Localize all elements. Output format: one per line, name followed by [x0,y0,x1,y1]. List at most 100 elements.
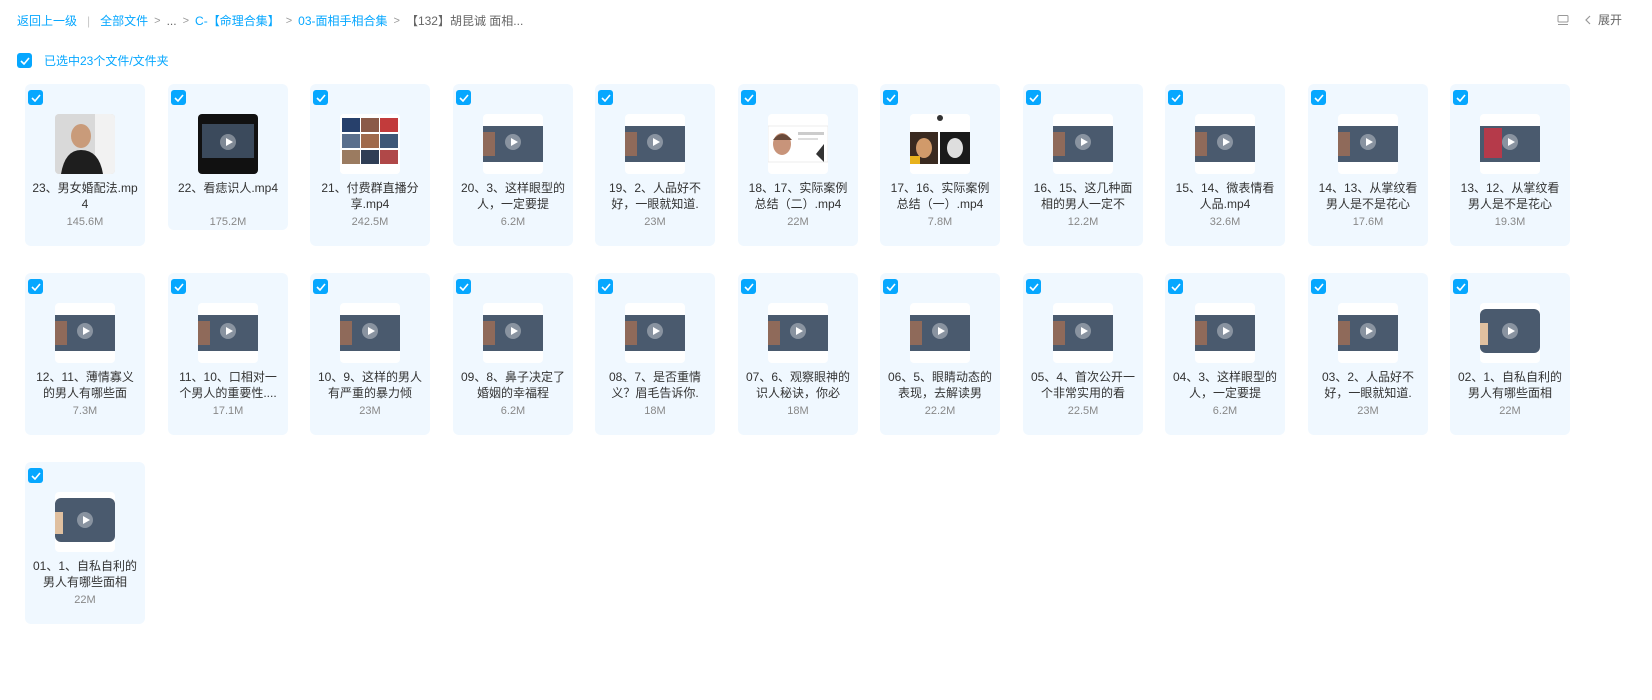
video-thumbnail[interactable] [55,492,115,552]
video-thumbnail[interactable] [1338,303,1398,363]
file-checkbox[interactable] [1311,90,1326,105]
video-thumbnail[interactable] [625,303,685,363]
file-name[interactable]: 21、付费群直播分享.mp4 [316,180,424,212]
file-name[interactable]: 12、11、薄情寡义的男人有哪些面 [31,369,139,401]
file-card[interactable]: 08、7、是否重情义？眉毛告诉你. 18M [595,273,715,435]
file-checkbox[interactable] [741,279,756,294]
file-checkbox[interactable] [1026,90,1041,105]
video-thumbnail[interactable] [625,114,685,174]
video-thumbnail[interactable] [483,303,543,363]
file-name[interactable]: 14、13、从掌纹看男人是不是花心 [1314,180,1422,212]
video-thumbnail[interactable] [340,303,400,363]
file-checkbox[interactable] [1311,279,1326,294]
file-card[interactable]: 20、3、这样眼型的人，一定要提 6.2M [453,84,573,246]
file-card[interactable]: 06、5、眼睛动态的表现，去解读男 22.2M [880,273,1000,435]
file-checkbox[interactable] [456,90,471,105]
file-name[interactable]: 18、17、实际案例总结（二）.mp4 [744,180,852,212]
list-view-icon[interactable] [1556,13,1570,27]
file-name[interactable]: 13、12、从掌纹看男人是不是花心 [1456,180,1564,212]
video-thumbnail[interactable] [55,114,115,174]
file-name[interactable]: 11、10、口相对一个男人的重要性.... [174,369,282,401]
file-name[interactable]: 01、1、自私自利的男人有哪些面相 [31,558,139,590]
file-card[interactable]: 10、9、这样的男人有严重的暴力倾 23M [310,273,430,435]
breadcrumb-all-files[interactable]: 全部文件 [100,12,148,29]
file-name[interactable]: 23、男女婚配法.mp4 [31,180,139,212]
file-checkbox[interactable] [171,90,186,105]
video-thumbnail[interactable] [1480,303,1540,363]
file-checkbox[interactable] [1026,279,1041,294]
file-checkbox[interactable] [28,468,43,483]
file-card[interactable]: 23、男女婚配法.mp4 145.6M [25,84,145,246]
file-checkbox[interactable] [741,90,756,105]
file-card[interactable]: 09、8、鼻子决定了婚姻的幸福程 6.2M [453,273,573,435]
file-card[interactable]: 18、17、实际案例总结（二）.mp4 22M [738,84,858,246]
file-card[interactable]: 17、16、实际案例总结（一）.mp4 7.8M [880,84,1000,246]
video-thumbnail[interactable] [483,114,543,174]
file-name[interactable]: 06、5、眼睛动态的表现，去解读男 [886,369,994,401]
video-thumbnail[interactable] [1195,114,1255,174]
file-name[interactable]: 04、3、这样眼型的人，一定要提 [1171,369,1279,401]
file-checkbox[interactable] [171,279,186,294]
back-link[interactable]: 返回上一级 [17,12,77,29]
file-name[interactable]: 03、2、人品好不好，一眼就知道. [1314,369,1422,401]
file-name[interactable]: 07、6、观察眼神的识人秘诀，你必 [744,369,852,401]
breadcrumb-level2[interactable]: 03-面相手相合集 [298,12,387,29]
file-card[interactable]: 12、11、薄情寡义的男人有哪些面 7.3M [25,273,145,435]
video-thumbnail[interactable] [768,114,828,174]
file-name[interactable]: 19、2、人品好不好，一眼就知道. [601,180,709,212]
file-checkbox[interactable] [598,90,613,105]
file-card[interactable]: 21、付费群直播分享.mp4 242.5M [310,84,430,246]
file-card[interactable]: 15、14、微表情看人品.mp4 32.6M [1165,84,1285,246]
file-checkbox[interactable] [883,90,898,105]
file-card[interactable]: 16、15、这几种面相的男人一定不 12.2M [1023,84,1143,246]
file-name[interactable]: 22、看痣识人.mp4 [174,180,282,212]
video-thumbnail[interactable] [768,303,828,363]
video-thumbnail[interactable] [910,303,970,363]
video-thumbnail[interactable] [1195,303,1255,363]
video-thumbnail[interactable] [198,114,258,174]
file-card[interactable]: 22、看痣识人.mp4 175.2M [168,84,288,230]
file-card[interactable]: 19、2、人品好不好，一眼就知道. 23M [595,84,715,246]
breadcrumb-level1[interactable]: C-【命理合集】 [195,12,280,29]
video-thumbnail[interactable] [910,114,970,174]
file-name[interactable]: 17、16、实际案例总结（一）.mp4 [886,180,994,212]
file-name[interactable]: 08、7、是否重情义？眉毛告诉你. [601,369,709,401]
file-checkbox[interactable] [1168,90,1183,105]
file-checkbox[interactable] [598,279,613,294]
file-card[interactable]: 13、12、从掌纹看男人是不是花心 19.3M [1450,84,1570,246]
breadcrumb-ellipsis[interactable]: ... [167,14,177,28]
file-name[interactable]: 16、15、这几种面相的男人一定不 [1029,180,1137,212]
file-checkbox[interactable] [1168,279,1183,294]
file-checkbox[interactable] [1453,279,1468,294]
file-name[interactable]: 05、4、首次公开一个非常实用的看 [1029,369,1137,401]
file-card[interactable]: 02、1、自私自利的男人有哪些面相 22M [1450,273,1570,435]
file-card[interactable]: 14、13、从掌纹看男人是不是花心 17.6M [1308,84,1428,246]
file-card[interactable]: 05、4、首次公开一个非常实用的看 22.5M [1023,273,1143,435]
file-checkbox[interactable] [313,279,328,294]
file-checkbox[interactable] [28,90,43,105]
select-all-checkbox[interactable] [17,53,32,68]
file-checkbox[interactable] [456,279,471,294]
video-thumbnail[interactable] [1338,114,1398,174]
video-thumbnail[interactable] [1053,114,1113,174]
file-name[interactable]: 10、9、这样的男人有严重的暴力倾 [316,369,424,401]
file-checkbox[interactable] [313,90,328,105]
file-checkbox[interactable] [28,279,43,294]
expand-button[interactable]: 展开 [1584,11,1622,28]
video-thumbnail[interactable] [1053,303,1113,363]
file-card[interactable]: 07、6、观察眼神的识人秘诀，你必 18M [738,273,858,435]
file-checkbox[interactable] [883,279,898,294]
file-checkbox[interactable] [1453,90,1468,105]
file-card[interactable]: 04、3、这样眼型的人，一定要提 6.2M [1165,273,1285,435]
file-card[interactable]: 03、2、人品好不好，一眼就知道. 23M [1308,273,1428,435]
file-card[interactable]: 01、1、自私自利的男人有哪些面相 22M [25,462,145,624]
file-card[interactable]: 11、10、口相对一个男人的重要性.... 17.1M [168,273,288,435]
file-name[interactable]: 09、8、鼻子决定了婚姻的幸福程 [459,369,567,401]
video-thumbnail[interactable] [198,303,258,363]
video-thumbnail[interactable] [340,114,400,174]
file-name[interactable]: 20、3、这样眼型的人，一定要提 [459,180,567,212]
file-name[interactable]: 02、1、自私自利的男人有哪些面相 [1456,369,1564,401]
file-name[interactable]: 15、14、微表情看人品.mp4 [1171,180,1279,212]
video-thumbnail[interactable] [55,303,115,363]
video-thumbnail[interactable] [1480,114,1540,174]
